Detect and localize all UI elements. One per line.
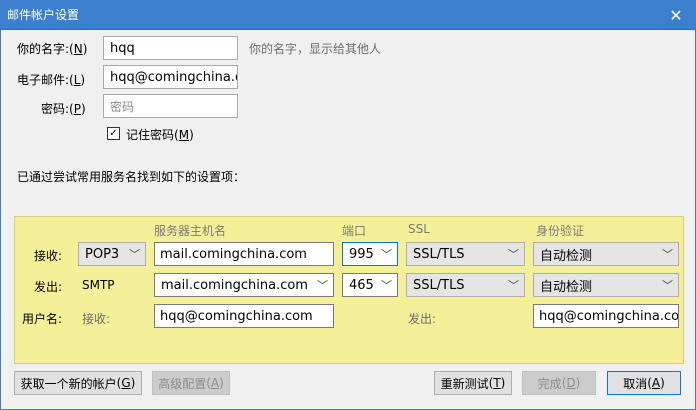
get-new-account-button[interactable]: 获取一个新的帐户(G)	[14, 371, 142, 395]
chevron-down-icon: ﹀	[317, 279, 328, 292]
password-label: 密码:(P)	[41, 102, 86, 116]
incoming-port-value: 995	[349, 246, 374, 262]
email-input[interactable]: hqq@comingchina.com	[103, 65, 238, 89]
remember-password-label[interactable]: 记住密码(M)	[126, 126, 194, 143]
incoming-row-label: 接收:	[34, 249, 63, 263]
incoming-ssl-select[interactable]: SSL/TLS ﹀	[406, 242, 525, 266]
cancel-button[interactable]: 取消(A)	[607, 371, 681, 395]
password-input[interactable]: 密码	[103, 94, 238, 118]
outgoing-server-combo[interactable]: mail.comingchina.com ﹀	[154, 273, 334, 297]
email-label: 电子邮件:(L)	[17, 73, 86, 87]
header-ssl: SSL	[408, 222, 430, 236]
incoming-auth-value: 自动检测	[540, 248, 593, 264]
status-message: 已通过尝试常用服务名找到如下的设置项：	[17, 170, 246, 184]
chevron-down-icon: ﹀	[508, 248, 519, 261]
remember-password-checkbox[interactable]: ✓	[107, 127, 120, 140]
chevron-down-icon: ﹀	[508, 279, 519, 292]
chevron-down-icon: ﹀	[381, 279, 392, 292]
outgoing-ssl-select[interactable]: SSL/TLS ﹀	[406, 273, 525, 297]
incoming-protocol-value: POP3	[85, 246, 120, 262]
incoming-server-input[interactable]: mail.comingchina.com	[154, 242, 334, 266]
advanced-config-button[interactable]: 高级配置(A)	[152, 371, 230, 395]
name-input[interactable]: hqq	[103, 36, 238, 60]
incoming-port-select[interactable]: 995 ﹀	[342, 242, 398, 266]
done-button[interactable]: 完成(D)	[522, 371, 596, 395]
username-incoming-label: 接收:	[82, 312, 111, 326]
chevron-down-icon: ﹀	[381, 248, 392, 261]
outgoing-server-value: mail.comingchina.com	[161, 277, 308, 293]
outgoing-protocol-label: SMTP	[82, 278, 115, 292]
outgoing-ssl-value: SSL/TLS	[413, 277, 465, 293]
chevron-down-icon: ﹀	[662, 248, 673, 261]
outgoing-auth-value: 自动检测	[540, 279, 593, 295]
username-outgoing-input[interactable]: hqq@comingchina.com	[533, 304, 679, 328]
header-auth: 身份验证	[536, 224, 585, 238]
check-icon: ✓	[109, 127, 118, 139]
outgoing-port-value: 465	[349, 277, 374, 293]
chevron-down-icon: ﹀	[662, 279, 673, 292]
name-hint: 你的名字，显示给其他人	[249, 42, 382, 56]
close-icon[interactable]: ✕	[656, 0, 696, 30]
header-port: 端口	[342, 224, 367, 238]
incoming-auth-select[interactable]: 自动检测 ﹀	[533, 242, 679, 266]
outgoing-row-label: 发出:	[34, 280, 63, 294]
server-settings-panel: 服务器主机名 端口 SSL 身份验证 接收: POP3 ﹀ mail.comin…	[14, 216, 684, 364]
title-bar: 邮件帐户设置 ✕	[0, 0, 696, 30]
username-row-label: 用户名:	[22, 312, 63, 326]
retest-button[interactable]: 重新测试(T)	[434, 371, 512, 395]
outgoing-auth-select[interactable]: 自动检测 ﹀	[533, 273, 679, 297]
incoming-protocol-select[interactable]: POP3 ﹀	[78, 242, 146, 266]
username-incoming-input[interactable]: hqq@comingchina.com	[154, 304, 334, 328]
window-title: 邮件帐户设置	[7, 8, 80, 22]
chevron-down-icon: ﹀	[129, 248, 140, 261]
incoming-ssl-value: SSL/TLS	[413, 246, 465, 262]
name-label: 你的名字:(N)	[17, 42, 88, 56]
outgoing-port-select[interactable]: 465 ﹀	[342, 273, 398, 297]
header-server: 服务器主机名	[154, 224, 227, 238]
username-outgoing-label: 发出:	[408, 312, 437, 326]
account-settings-dialog: 你的名字:(N) hqq 你的名字，显示给其他人 电子邮件:(L) hqq@co…	[0, 30, 696, 410]
